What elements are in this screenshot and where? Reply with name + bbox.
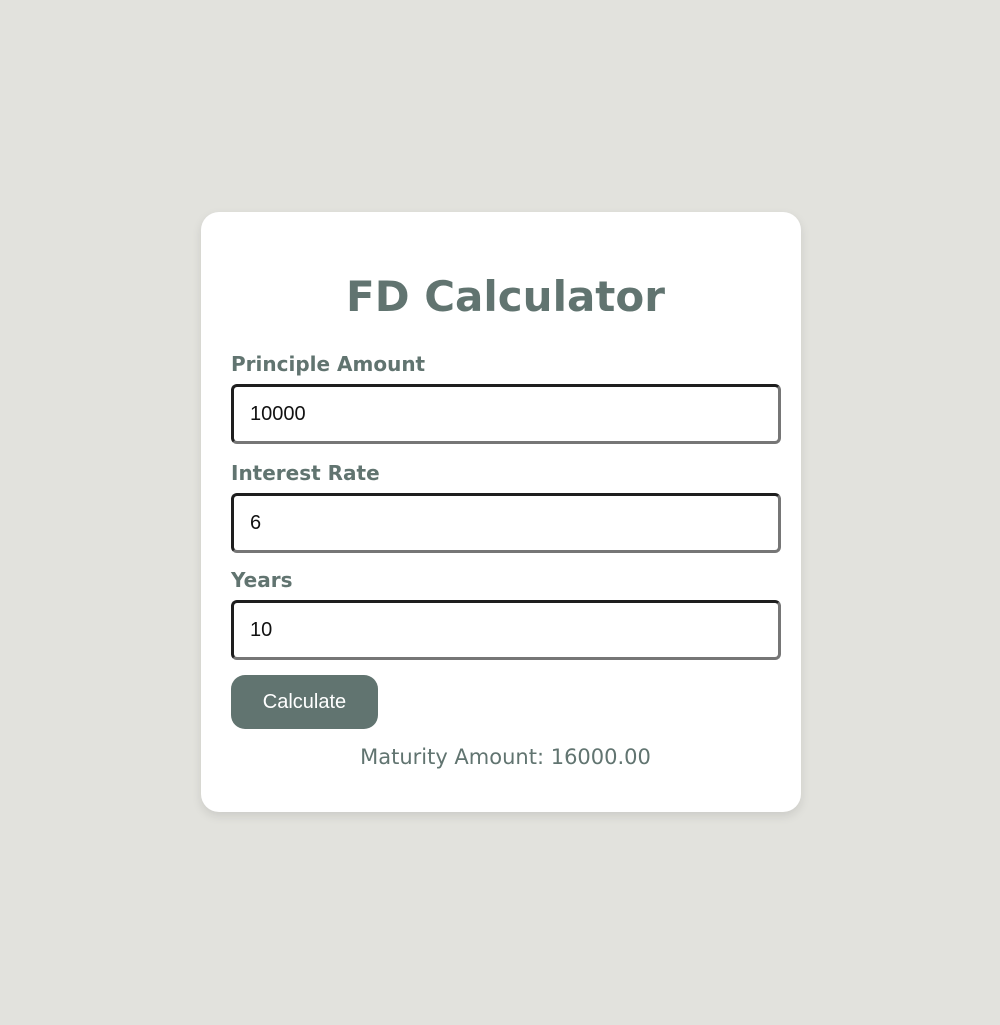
principle-amount-input[interactable] [231,384,781,444]
years-label: Years [231,568,293,592]
interest-rate-label: Interest Rate [231,461,380,485]
interest-rate-input[interactable] [231,493,781,553]
calculate-button[interactable]: Calculate [231,675,378,729]
years-input[interactable] [231,600,781,660]
maturity-amount-result: Maturity Amount: 16000.00 [360,745,651,769]
page-title: FD Calculator [346,272,665,321]
principle-amount-label: Principle Amount [231,352,426,376]
calculator-card: FD Calculator Principle Amount Interest … [201,212,801,812]
